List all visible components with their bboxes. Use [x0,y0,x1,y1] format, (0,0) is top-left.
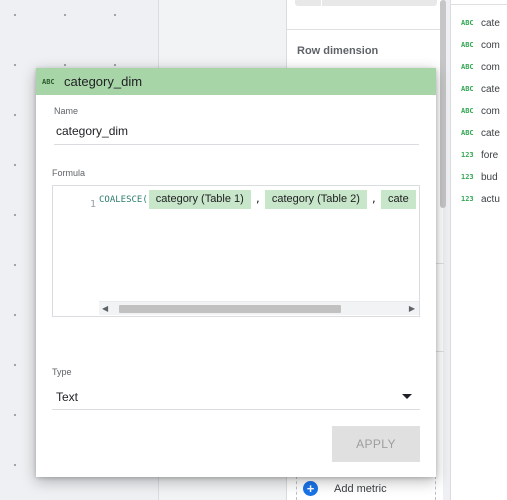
dimension-chip-row[interactable] [295,0,437,6]
name-input[interactable]: category_dim [56,124,128,138]
dialog-header: ABC category_dim [36,68,436,95]
field-item[interactable]: ABC cate [451,122,507,144]
chevron-down-icon [402,394,412,399]
type-value: Text [56,389,79,404]
argument-separator: , [370,194,377,205]
field-item[interactable]: ABC com [451,56,507,78]
type-select[interactable]: Text [52,384,420,410]
field-name: cate [481,17,500,29]
field-name: cate [481,127,500,139]
scroll-left-icon[interactable]: ◀ [102,304,108,313]
name-underline [54,144,419,145]
line-gutter: 1 [53,186,99,316]
field-name: com [481,105,500,117]
field-item[interactable]: ABC com [451,34,507,56]
add-metric-button[interactable]: + Add metric [296,476,436,500]
field-name: cate [481,83,500,95]
add-metric-label: Add metric [334,482,387,495]
text-type-icon: ABC [461,41,474,49]
field-item[interactable]: ABC cate [451,12,507,34]
scrollbar-thumb[interactable] [119,305,341,313]
text-type-icon: ABC [461,129,474,137]
apply-button[interactable]: APPLY [332,426,420,462]
add-icon: + [303,481,318,496]
field-item[interactable]: ABC com [451,100,507,122]
panel-divider [451,4,507,5]
data-fields-panel: ABC cate ABC com ABC com ABC cate ABC co… [450,0,507,500]
field-chip[interactable]: category (Table 2) [264,190,367,209]
type-label: Type [52,367,72,377]
section-divider [287,29,444,30]
number-type-icon: 123 [461,195,474,203]
field-item[interactable]: ABC cate [451,78,507,100]
text-type-icon: ABC [461,85,474,93]
field-name: com [481,39,500,51]
argument-separator: , [254,194,261,205]
field-item[interactable]: 123 bud [451,166,507,188]
field-item[interactable]: 123 actu [451,188,507,210]
formula-line[interactable]: COALESCE( category (Table 1) , category … [99,190,417,209]
text-type-icon: ABC [461,63,474,71]
field-name: actu [481,193,500,205]
field-name: com [481,61,500,73]
field-chip[interactable]: category (Table 1) [148,190,251,209]
dialog-title: category_dim [64,74,143,89]
field-name: fore [481,149,499,161]
row-dimension-label: Row dimension [297,45,379,57]
scroll-right-icon[interactable]: ▶ [409,304,415,313]
formula-label: Formula [52,168,86,178]
field-name: bud [481,171,498,183]
field-item[interactable]: 123 fore [451,144,507,166]
field-chip[interactable]: cate [380,190,416,209]
text-type-icon: ABC [42,77,55,86]
number-type-icon: 123 [461,151,474,159]
text-type-icon: ABC [461,19,474,27]
text-type-icon: ABC [461,107,474,115]
line-number: 1 [89,199,96,210]
function-name: COALESCE( [99,194,148,205]
properties-scrollbar[interactable] [440,0,446,208]
name-label: Name [54,106,79,116]
horizontal-scrollbar[interactable]: ◀ ▶ [99,301,419,315]
calculated-field-dialog: ABC category_dim Name category_dim Formu… [36,68,436,477]
formula-editor[interactable]: 1 COALESCE( category (Table 1) , categor… [52,185,420,317]
number-type-icon: 123 [461,173,474,181]
